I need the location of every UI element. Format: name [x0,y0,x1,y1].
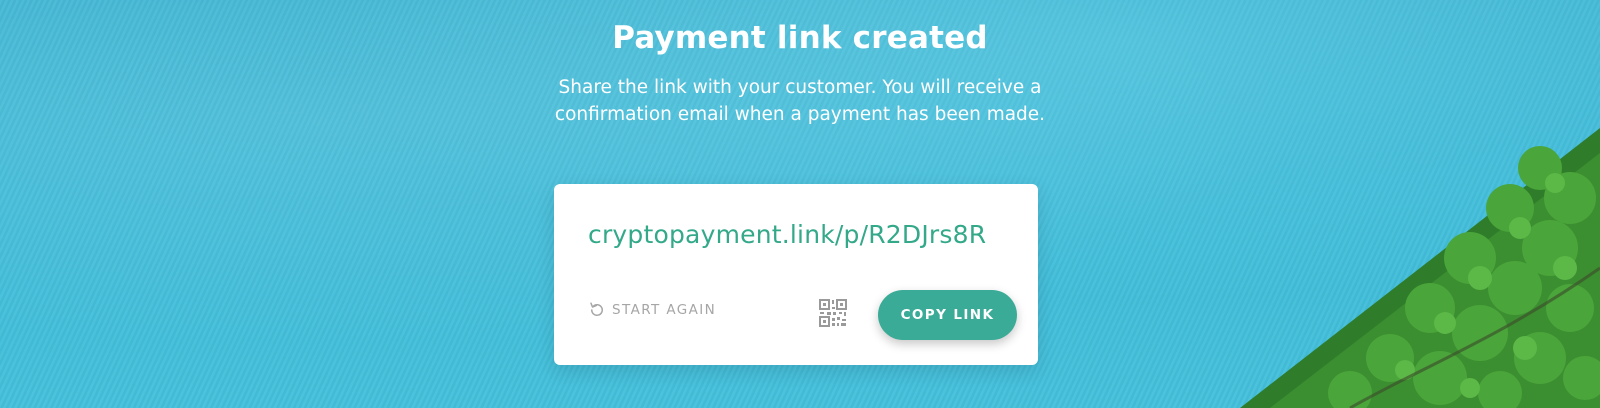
header: Payment link created Share the link with… [0,0,1600,128]
qr-code-icon[interactable] [818,298,848,328]
island-forest-image [1240,128,1600,408]
start-again-label: START AGAIN [612,302,717,318]
start-again-button[interactable]: START AGAIN [588,301,716,319]
page-title: Payment link created [612,20,988,56]
copy-link-button[interactable]: COPY LINK [878,290,1017,340]
payment-link-card: cryptopayment.link/p/R2DJrs8R START AGAI… [554,184,1038,365]
page-subtitle: Share the link with your customer. You w… [554,77,1046,125]
payment-link-text[interactable]: cryptopayment.link/p/R2DJrs8R [588,220,986,249]
refresh-icon [590,302,603,316]
